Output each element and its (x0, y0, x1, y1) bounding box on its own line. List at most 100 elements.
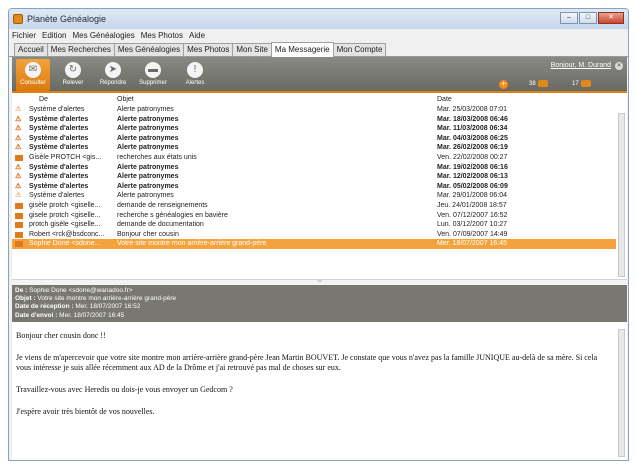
warning-icon: ⚠ (15, 191, 25, 201)
message-date: Mar. 26/02/2008 06:19 (437, 144, 508, 152)
header-subject-value: Votre site montre mon arrière-arrière gr… (35, 295, 177, 303)
message-date: Ven. 07/12/2007 16:52 (437, 211, 508, 219)
message-from: Système d'alertes (29, 182, 89, 190)
warning-icon: ⚠ (15, 144, 22, 152)
plus-icon[interactable]: + (499, 80, 508, 89)
message-row[interactable]: ⚠ Système d'alertes Alerte patronymes Mar. … (12, 115, 616, 125)
warning-icon: ⚠ (15, 163, 25, 173)
envelope-icon (15, 154, 23, 161)
message-subject: Bonjour cher cousin (117, 230, 179, 238)
reply-icon: ➤ (105, 62, 121, 78)
relever-button[interactable]: ↻ Relever (56, 59, 90, 91)
message-from: Système d'alertes (29, 125, 89, 133)
repondre-button[interactable]: ➤ Répondre (96, 59, 130, 91)
message-from: Système d'alertes (29, 115, 89, 123)
tab-bar: Accueil Mes Recherches Mes Généalogies M… (9, 41, 628, 57)
logout-icon[interactable]: ✕ (615, 62, 623, 70)
message-date: Ven. 22/02/2008 00:27 (437, 153, 508, 161)
message-date: Mar. 12/02/2008 06:13 (437, 173, 508, 181)
warning-icon: ⚠ (15, 163, 22, 171)
message-row[interactable]: protch gisèle <giselle... demande de docu… (12, 220, 616, 230)
menu-edition[interactable]: Edition (42, 31, 66, 40)
envelope-icon (15, 222, 23, 229)
minimize-icon[interactable]: – (560, 12, 578, 24)
tab-accueil[interactable]: Accueil (14, 43, 48, 56)
consulter-label: Consulter (20, 80, 46, 86)
menu-bar: Fichier Edition Mes Généalogies Mes Phot… (9, 29, 628, 41)
close-icon[interactable]: ✕ (598, 12, 624, 24)
tab-mes-genealogies[interactable]: Mes Généalogies (113, 43, 185, 56)
message-from: Système d'alertes (29, 134, 89, 142)
menu-fichier[interactable]: Fichier (12, 31, 36, 40)
relever-label: Relever (62, 80, 84, 86)
refresh-icon: ↻ (65, 62, 81, 78)
message-subject: Alerte patronymes (117, 163, 179, 171)
menu-aide[interactable]: Aide (189, 31, 205, 40)
message-subject: Alerte patronymes (117, 182, 179, 190)
tab-mes-recherches[interactable]: Mes Recherches (46, 43, 115, 56)
column-header-objet[interactable]: Objet (117, 96, 134, 103)
message-row[interactable]: ⚠ Système d'alertes Alerte patronymes Mar. … (12, 134, 616, 144)
message-date: Jeu. 24/01/2008 18:57 (437, 201, 507, 209)
message-row[interactable]: ⚠ Système d'alertes Alerte patronymes Mar. … (12, 143, 616, 153)
message-row[interactable]: Sophie Done <sdone... Votre site montre m… (12, 239, 616, 249)
message-row[interactable]: ⚠ Système d'alertes Alerte patronymes Mar. … (12, 182, 616, 192)
message-row[interactable]: ⚠ Système d'alertes Alerte patronymes Mar. … (12, 191, 616, 201)
count-inbox-value: 38 (529, 81, 536, 88)
warning-icon: ⚠ (15, 124, 25, 134)
message-row[interactable]: gisèle protch <giselle... demande de rens… (12, 201, 616, 211)
tab-mes-photos[interactable]: Mes Photos (183, 43, 234, 56)
header-received-label: Date de réception : (15, 303, 74, 311)
message-date: Mar. 29/01/2008 06:04 (437, 192, 508, 200)
supprimer-button[interactable]: ▬ Supprimer (136, 59, 170, 91)
message-date: Mar. 19/02/2008 06:16 (437, 163, 508, 171)
message-subject: Votre site montre mon arrière-arrière gr… (117, 240, 267, 248)
message-from: Sophie Done <sdone... (29, 240, 101, 248)
menu-mes-photos[interactable]: Mes Photos (141, 31, 183, 40)
window-controls: – □ ✕ (560, 12, 624, 24)
title-bar: Planète Généalogie – □ ✕ (9, 9, 628, 29)
message-row[interactable]: ⚠ Système d'alertes Alerte patronymes Mar. … (12, 172, 616, 182)
message-row[interactable]: ⚠ Système d'alertes Alerte patronymes Mar. … (12, 163, 616, 173)
repondre-label: Répondre (99, 80, 127, 86)
supprimer-label: Supprimer (139, 80, 167, 86)
message-from: protch gisèle <giselle... (29, 221, 101, 229)
message-row[interactable]: ⚠ Système d'alertes Alerte patronymes Mar. … (12, 105, 616, 115)
message-row[interactable]: ⚠ Système d'alertes Alerte patronymes Mar. … (12, 124, 616, 134)
alertes-button[interactable]: ! Alertes (178, 59, 212, 91)
message-date: Mer. 18/07/2007 16:45 (437, 240, 508, 248)
tab-mon-compte[interactable]: Mon Compte (332, 43, 387, 56)
column-header-date[interactable]: Date (437, 96, 452, 103)
menu-mes-genealogies[interactable]: Mes Généalogies (72, 31, 134, 40)
message-date: Lun. 03/12/2007 10:27 (437, 221, 508, 229)
warning-icon: ⚠ (15, 106, 22, 113)
message-row[interactable]: Robert <rck@bsdconc... Bonjour cher cousi… (12, 230, 616, 240)
message-body: Bonjour cher cousin donc !! Je viens de … (12, 323, 616, 460)
tab-ma-messagerie[interactable]: Ma Messagerie (270, 42, 334, 57)
message-date: Mar. 11/03/2008 06:34 (437, 125, 508, 133)
message-list-scrollbar[interactable] (618, 113, 625, 277)
message-subject: Alerte patronymes (117, 106, 174, 113)
header-subject: Objet : Votre site montre mon arrière-ar… (15, 295, 624, 303)
header-from-label: De : (15, 287, 28, 294)
column-header-de[interactable]: De (39, 96, 48, 103)
body-paragraph: J'espère avoir très bientôt de vos nouve… (16, 407, 155, 416)
message-subject: Alerte patronymes (117, 134, 179, 142)
user-greeting-link[interactable]: Bonjour, M. Durand (551, 62, 611, 69)
message-body-scrollbar[interactable] (618, 329, 625, 457)
message-row[interactable]: Gisèle PROTCH <gis... recherches aux état… (12, 153, 616, 163)
warning-icon: ⚠ (15, 173, 22, 181)
message-subject: Alerte patronymes (117, 192, 174, 200)
message-subject: Alerte patronymes (117, 125, 179, 133)
envelope-icon (15, 231, 23, 238)
header-from-value: Sophie Done <sdone@wanadoo.fr> (27, 287, 133, 294)
tab-mon-site[interactable]: Mon Site (232, 43, 272, 56)
message-from: Gisèle PROTCH <gis... (29, 153, 102, 161)
chat-icon: ✉ (25, 62, 41, 78)
body-paragraph: Travaillez-vous avec Heredis ou dois-je … (16, 385, 233, 394)
envelope-icon (15, 212, 23, 219)
maximize-icon[interactable]: □ (579, 12, 597, 24)
message-row[interactable]: gisele protch <giselle... recherche s gén… (12, 211, 616, 221)
consulter-button[interactable]: ✉ Consulter (16, 59, 50, 91)
message-subject: recherche s généalogies en bavière (117, 211, 228, 219)
